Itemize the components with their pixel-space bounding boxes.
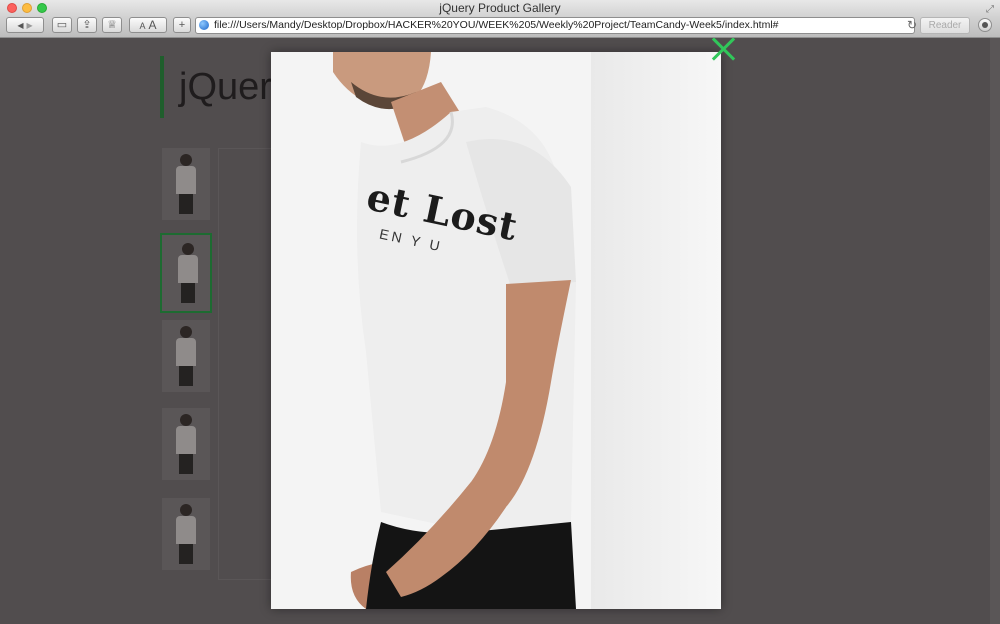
url-text: file:///Users/Mandy/Desktop/Dropbox/HACK… <box>214 19 779 31</box>
text-smaller-button[interactable]: A <box>139 21 145 31</box>
thumbnail-5[interactable] <box>162 498 210 570</box>
back-icon[interactable]: ◀ <box>17 21 23 30</box>
bookmarks-button[interactable]: ♕ <box>102 17 122 33</box>
main-image-frame <box>218 148 274 580</box>
reload-icon[interactable]: ↻ <box>907 18 917 32</box>
thumbnail-2[interactable] <box>160 233 212 313</box>
add-bookmark-button[interactable]: + <box>173 17 191 33</box>
back-forward-buttons[interactable]: ◀ ▶ <box>6 17 44 33</box>
window-title: jQuery Product Gallery <box>439 1 561 15</box>
text-bigger-button[interactable]: A <box>149 18 157 32</box>
thumbnail-figure <box>176 326 196 386</box>
address-bar[interactable]: file:///Users/Mandy/Desktop/Dropbox/HACK… <box>195 17 915 34</box>
thumbnail-3[interactable] <box>162 320 210 392</box>
thumbnail-figure <box>176 504 196 564</box>
add-icon: + <box>178 19 186 31</box>
browser-toolbar: ◀ ▶ ▭ ⇪ ♕ A A + file:///Users/Mandy/Desk… <box>0 16 1000 38</box>
lightbox-image[interactable]: et Lost EN Y U <box>271 52 721 609</box>
minimize-window-icon[interactable] <box>22 3 32 13</box>
thumbnail-4[interactable] <box>162 408 210 480</box>
thumbnail-1[interactable] <box>162 148 210 220</box>
tabs-icon: ▭ <box>56 19 68 31</box>
share-button[interactable]: ⇪ <box>77 17 97 33</box>
thumbnail-figure <box>176 154 196 214</box>
downloads-icon[interactable] <box>978 18 992 32</box>
share-icon: ⇪ <box>82 19 92 31</box>
close-window-icon[interactable] <box>7 3 17 13</box>
bookmarks-icon: ♕ <box>107 19 117 31</box>
show-all-tabs-button[interactable]: ▭ <box>52 17 72 33</box>
page-content: jQuery et Lost EN Y U <box>0 38 1000 624</box>
product-photo <box>333 52 576 609</box>
globe-icon <box>199 20 209 30</box>
window-titlebar: jQuery Product Gallery ⤢ <box>0 0 1000 16</box>
zoom-window-icon[interactable] <box>37 3 47 13</box>
page-scrollbar-area[interactable] <box>990 38 1000 624</box>
thumbnail-figure <box>178 243 198 303</box>
reader-button[interactable]: Reader <box>920 17 970 34</box>
thumbnail-figure <box>176 414 196 474</box>
forward-icon[interactable]: ▶ <box>27 21 33 30</box>
close-lightbox-icon[interactable] <box>710 38 736 62</box>
text-size-buttons[interactable]: A A <box>129 17 167 33</box>
